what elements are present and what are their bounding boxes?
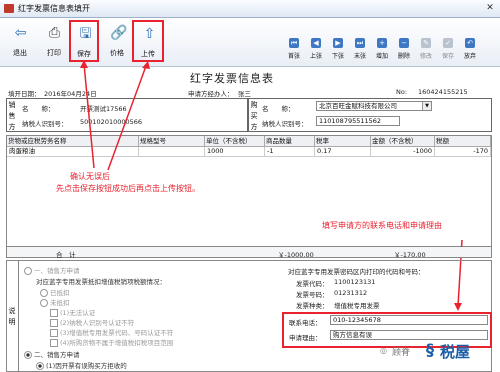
invoice-type: 增值税专用发票 xyxy=(334,302,380,310)
option-2[interactable]: (2)纳税人识别号认证不符 xyxy=(50,317,134,327)
invoice-code: 1100123131 xyxy=(334,278,376,286)
option-1[interactable]: (1)无法认证 xyxy=(50,307,95,317)
invoice-number: 01231312 xyxy=(334,289,368,297)
checkbox-icon xyxy=(50,309,58,317)
option-uncertified[interactable]: 未抵扣 xyxy=(40,297,70,307)
option-4[interactable]: (4)所购货物不属于增值税扣税项目范围 xyxy=(50,337,173,347)
arrow-to-upload xyxy=(107,65,147,171)
checkbox-icon xyxy=(50,339,58,347)
arrow-to-save xyxy=(83,63,95,169)
watermark-brand: 税屋 xyxy=(440,343,471,361)
option-b1[interactable]: (1)因开票有误购买方拒收的 xyxy=(36,360,127,370)
phone-label: 联系电话： xyxy=(289,319,322,327)
arrowhead-upload xyxy=(142,61,150,69)
notes-vlabel: 说明 xyxy=(8,307,16,326)
total-tax: ￥-170.00 xyxy=(394,251,426,259)
buyer-apply-radio[interactable]: 二、销售方申请 xyxy=(24,349,80,359)
radio-icon xyxy=(24,267,32,275)
seller-deduction-question: 对应蓝字专用发票抵扣增值税销项税额情况： xyxy=(36,278,166,286)
radio-icon xyxy=(40,289,48,297)
radio-selected-icon xyxy=(24,351,32,359)
checkbox-icon xyxy=(50,329,58,337)
reason-label: 申请理由： xyxy=(289,334,322,342)
invoice-code-label: 发票代码： xyxy=(296,280,329,288)
invoice-type-label: 发票种类： xyxy=(296,302,329,310)
phone-input[interactable]: 010-12345678 xyxy=(330,315,488,325)
arrowhead-save xyxy=(80,60,88,68)
radio-icon xyxy=(40,299,48,307)
totals-label: 合 计 xyxy=(56,251,76,259)
radio-selected-icon xyxy=(36,362,44,370)
option-3[interactable]: (3)增值税专用发票代码、号码认证不符 xyxy=(50,327,173,337)
option-certified[interactable]: 已抵扣 xyxy=(40,287,70,297)
invoice-number-label: 发票号码： xyxy=(296,291,329,299)
watermark-prefix: 顾脊 xyxy=(392,348,411,358)
total-amount: ￥-1000.00 xyxy=(278,251,314,259)
blue-invoice-header: 对应蓝字专用发票密码区内打印的代码和号码： xyxy=(288,268,425,276)
watermark-wechat-icon: ◎ xyxy=(380,346,387,355)
watermark-logo-icon: § xyxy=(426,340,434,359)
watermark: ◎ 顾脊 § 税屋 xyxy=(380,338,496,368)
checkbox-icon xyxy=(50,319,58,327)
seller-apply-radio[interactable]: 一、销售方申请 xyxy=(24,265,80,275)
